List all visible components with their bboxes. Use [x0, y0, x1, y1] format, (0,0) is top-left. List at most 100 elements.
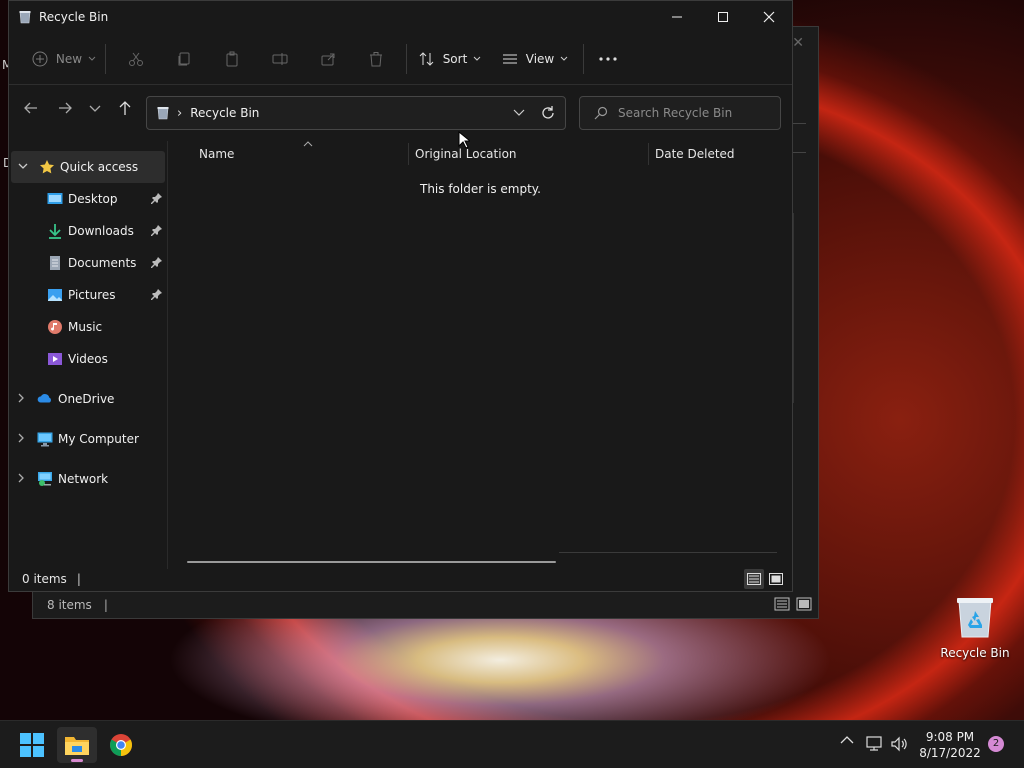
chevron-down-icon [560, 56, 568, 61]
network-icon [38, 472, 52, 486]
cut-icon [129, 52, 143, 66]
sort-button[interactable]: Sort [413, 43, 487, 75]
delete-button[interactable] [352, 43, 400, 75]
copy-icon [178, 52, 190, 65]
clock-time: 9:08 PM [925, 730, 975, 744]
chevron-right-icon[interactable] [18, 393, 26, 403]
folder-icon [65, 737, 89, 755]
sidebar-item-quick-access[interactable]: Quick access [11, 151, 165, 183]
documents-icon [50, 256, 60, 270]
command-bar: New Sort View [9, 33, 792, 85]
notification-badge[interactable]: 2 [988, 736, 1004, 752]
breadcrumb[interactable]: Recycle Bin [190, 106, 259, 120]
sidebar-item-label: Network [58, 472, 109, 486]
sidebar-item-onedrive[interactable]: OneDrive [9, 383, 165, 415]
background-close-icon[interactable]: ✕ [792, 35, 804, 51]
pin-icon[interactable] [151, 192, 163, 204]
minimize-button[interactable] [654, 1, 700, 33]
sidebar-item-music[interactable]: Music [9, 311, 165, 343]
tiles-view-icon [769, 573, 783, 585]
horizontal-scrollbar[interactable] [187, 561, 556, 563]
sidebar-item-network[interactable]: Network [9, 463, 165, 495]
background-details-view-icon[interactable] [774, 597, 790, 611]
explorer-window[interactable]: Recycle Bin New Sort View › Recycle Bin … [8, 0, 793, 592]
desktop-recycle-bin[interactable]: Recycle Bin [940, 595, 1010, 660]
cut-button[interactable] [112, 43, 160, 75]
sidebar-item-desktop[interactable]: Desktop [9, 183, 165, 215]
chevron-right-icon[interactable] [18, 433, 26, 443]
volume-icon[interactable] [891, 736, 909, 752]
sidebar-item-videos[interactable]: Videos [9, 343, 165, 375]
refresh-icon[interactable] [540, 105, 556, 121]
background-tiles-view-icon[interactable] [796, 597, 812, 611]
recycle-bin-small-icon [19, 11, 31, 24]
more-icon [599, 56, 617, 61]
column-divider[interactable] [648, 143, 649, 165]
taskbar-file-explorer[interactable] [57, 727, 97, 763]
minimize-icon [672, 16, 682, 18]
new-label: New [55, 51, 83, 66]
sidebar-item-downloads[interactable]: Downloads [9, 215, 165, 247]
chevron-right-icon[interactable] [18, 473, 26, 483]
view-button[interactable]: View [493, 43, 577, 75]
forward-arrow-icon[interactable] [57, 100, 73, 116]
sidebar-item-pictures[interactable]: Pictures [9, 279, 165, 311]
back-arrow-icon[interactable] [23, 100, 39, 116]
chevron-down-icon[interactable] [513, 106, 525, 120]
maximize-icon [718, 12, 728, 22]
pin-icon[interactable] [151, 224, 163, 236]
column-divider[interactable] [408, 143, 409, 165]
chevron-down-icon[interactable] [18, 163, 28, 171]
chevron-down-icon [88, 56, 96, 61]
sort-label: Sort [442, 51, 468, 66]
pin-icon[interactable] [151, 256, 163, 268]
search-icon [594, 106, 608, 120]
file-list[interactable]: Name Original Location Date Deleted This… [169, 139, 792, 569]
toolbar-separator [583, 43, 584, 74]
details-view-button[interactable] [744, 569, 764, 589]
clock-date: 8/17/2022 [919, 746, 981, 760]
download-icon [49, 224, 61, 239]
close-button[interactable] [746, 1, 792, 33]
sidebar-item-label: Music [68, 320, 103, 334]
sidebar-item-documents[interactable]: Documents [9, 247, 165, 279]
view-icon [502, 54, 517, 63]
sidebar-item-label: Videos [68, 352, 108, 366]
column-header-date-deleted[interactable]: Date Deleted [655, 147, 735, 161]
chrome-icon [110, 734, 132, 756]
paste-icon [226, 51, 238, 66]
title-bar[interactable]: Recycle Bin [9, 1, 792, 33]
mouse-cursor-icon [458, 131, 470, 149]
up-arrow-icon[interactable] [117, 100, 133, 116]
background-status-bar: 8 items | [33, 592, 818, 618]
pin-icon[interactable] [151, 288, 163, 300]
tiles-view-button[interactable] [766, 569, 786, 589]
status-separator: | [76, 572, 81, 586]
share-button[interactable] [304, 43, 352, 75]
network-status-icon[interactable] [866, 736, 884, 752]
show-hidden-icons-chevron-icon[interactable] [840, 735, 854, 745]
recent-locations-chevron-icon[interactable] [89, 105, 101, 113]
paste-button[interactable] [208, 43, 256, 75]
star-icon [40, 160, 54, 174]
pane-splitter[interactable] [167, 141, 168, 569]
search-input[interactable] [618, 106, 778, 120]
taskbar-clock[interactable]: 9:08 PM 8/17/2022 [918, 729, 982, 761]
sort-icon [419, 51, 434, 66]
address-bar[interactable]: › Recycle Bin [146, 96, 566, 130]
search-box[interactable] [579, 96, 781, 130]
new-button[interactable]: New [29, 43, 99, 75]
more-options-button[interactable] [590, 43, 626, 75]
empty-folder-message: This folder is empty. [420, 182, 541, 196]
rename-button[interactable] [256, 43, 304, 75]
column-header-name[interactable]: Name [199, 147, 234, 161]
toolbar-separator [105, 43, 106, 74]
taskbar-chrome[interactable] [101, 727, 141, 763]
sidebar-item-label: Quick access [60, 160, 139, 174]
windows-logo-icon [20, 733, 44, 757]
start-button[interactable] [12, 727, 52, 763]
maximize-button[interactable] [700, 1, 746, 33]
column-header-original-location[interactable]: Original Location [415, 147, 517, 161]
sidebar-item-my-computer[interactable]: My Computer [9, 423, 165, 455]
copy-button[interactable] [160, 43, 208, 75]
